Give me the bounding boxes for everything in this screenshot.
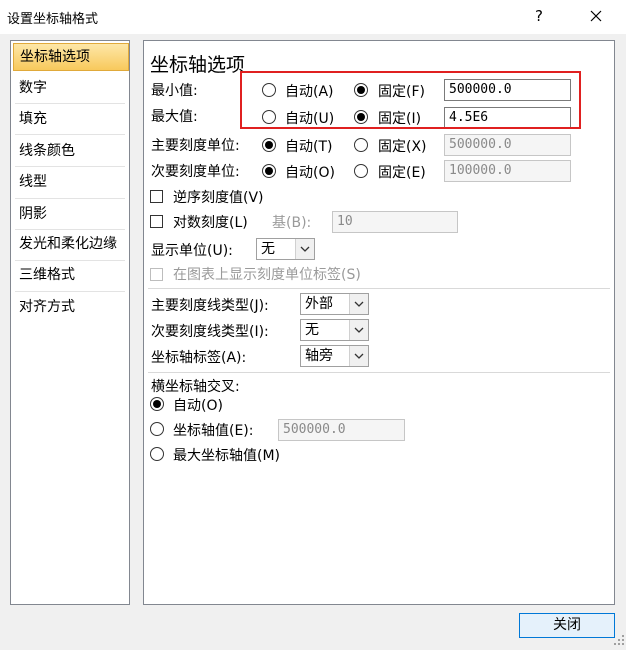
chevron-down-icon: [349, 320, 368, 340]
major-unit-label: 主要刻度单位:: [151, 138, 240, 154]
minor-unit-input[interactable]: 100000.0: [444, 160, 571, 182]
minor-tick-value: 无: [305, 322, 319, 338]
cross-max-label: 最大坐标轴值(M): [173, 448, 281, 464]
major-unit-auto-label: 自动(T): [285, 139, 333, 155]
axis-labels-label: 坐标轴标签(A):: [151, 350, 247, 366]
minor-unit-auto-label: 自动(O): [285, 165, 335, 181]
minor-unit-label: 次要刻度单位:: [151, 164, 240, 180]
nav-item-glow-soft-edges[interactable]: 发光和柔化边缘: [11, 229, 129, 259]
display-units-label: 显示单位(U):: [151, 243, 233, 259]
category-list: 坐标轴选项 数字 填充 线条颜色 线型 阴影 发光和柔化边缘 三维格式 对齐方式: [10, 40, 130, 605]
section-divider: [148, 288, 610, 289]
minor-unit-fixed-label: 固定(E): [378, 165, 426, 181]
cross-axis-value-input[interactable]: 500000.0: [278, 419, 405, 441]
min-label: 最小值:: [151, 83, 198, 99]
log-base-label: 基(B):: [272, 215, 312, 231]
resize-grip-icon[interactable]: [613, 634, 625, 646]
close-button[interactable]: 关闭: [519, 613, 615, 638]
minor-unit-auto-radio[interactable]: [262, 164, 276, 178]
close-icon[interactable]: [585, 4, 607, 28]
chevron-down-icon: [349, 294, 368, 314]
axis-labels-value: 轴旁: [305, 348, 333, 364]
section-divider: [148, 372, 610, 373]
display-units-dropdown[interactable]: 无: [256, 238, 315, 260]
cross-auto-label: 自动(O): [173, 398, 223, 414]
show-units-label-text: 在图表上显示刻度单位标签(S): [173, 267, 361, 283]
major-unit-input[interactable]: 500000.0: [444, 134, 571, 156]
nav-item-fill[interactable]: 填充: [11, 104, 129, 134]
annotation-highlight-box: [240, 71, 581, 129]
help-button[interactable]: ?: [528, 5, 550, 27]
major-unit-auto-radio[interactable]: [262, 138, 276, 152]
max-label: 最大值:: [151, 109, 198, 125]
cross-auto-radio[interactable]: [150, 397, 164, 411]
nav-item-axis-options[interactable]: 坐标轴选项: [13, 43, 129, 71]
reverse-order-checkbox[interactable]: [150, 190, 163, 203]
minor-tick-dropdown[interactable]: 无: [300, 319, 369, 341]
chevron-down-icon: [349, 346, 368, 366]
display-units-value: 无: [261, 241, 275, 257]
major-unit-fixed-label: 固定(X): [378, 139, 427, 155]
chevron-down-icon: [295, 239, 314, 259]
major-unit-fixed-radio[interactable]: [354, 138, 368, 152]
axis-cross-label: 横坐标轴交叉:: [151, 379, 240, 395]
cross-axis-value-label: 坐标轴值(E):: [173, 423, 254, 439]
minor-tick-label: 次要刻度线类型(I):: [151, 324, 269, 340]
minor-unit-fixed-radio[interactable]: [354, 164, 368, 178]
log-scale-label: 对数刻度(L): [173, 215, 248, 231]
nav-item-shadow[interactable]: 阴影: [11, 199, 129, 229]
cross-max-radio[interactable]: [150, 447, 164, 461]
reverse-order-label: 逆序刻度值(V): [173, 190, 264, 206]
cross-axis-value-radio[interactable]: [150, 422, 164, 436]
log-scale-checkbox[interactable]: [150, 215, 163, 228]
major-tick-label: 主要刻度线类型(J):: [151, 298, 269, 314]
nav-item-number[interactable]: 数字: [11, 73, 129, 103]
major-tick-dropdown[interactable]: 外部: [300, 293, 369, 315]
show-units-label-checkbox[interactable]: [150, 268, 163, 281]
major-tick-value: 外部: [305, 296, 333, 312]
nav-item-line-color[interactable]: 线条颜色: [11, 136, 129, 166]
nav-item-3d-format[interactable]: 三维格式: [11, 260, 129, 290]
nav-item-alignment[interactable]: 对齐方式: [11, 292, 129, 322]
nav-divider: [15, 134, 125, 135]
axis-labels-dropdown[interactable]: 轴旁: [300, 345, 369, 367]
log-base-input[interactable]: 10: [332, 211, 458, 233]
window-title: 设置坐标轴格式: [7, 12, 99, 27]
panel-title: 坐标轴选项: [150, 54, 246, 76]
nav-item-line-style[interactable]: 线型: [11, 167, 129, 197]
